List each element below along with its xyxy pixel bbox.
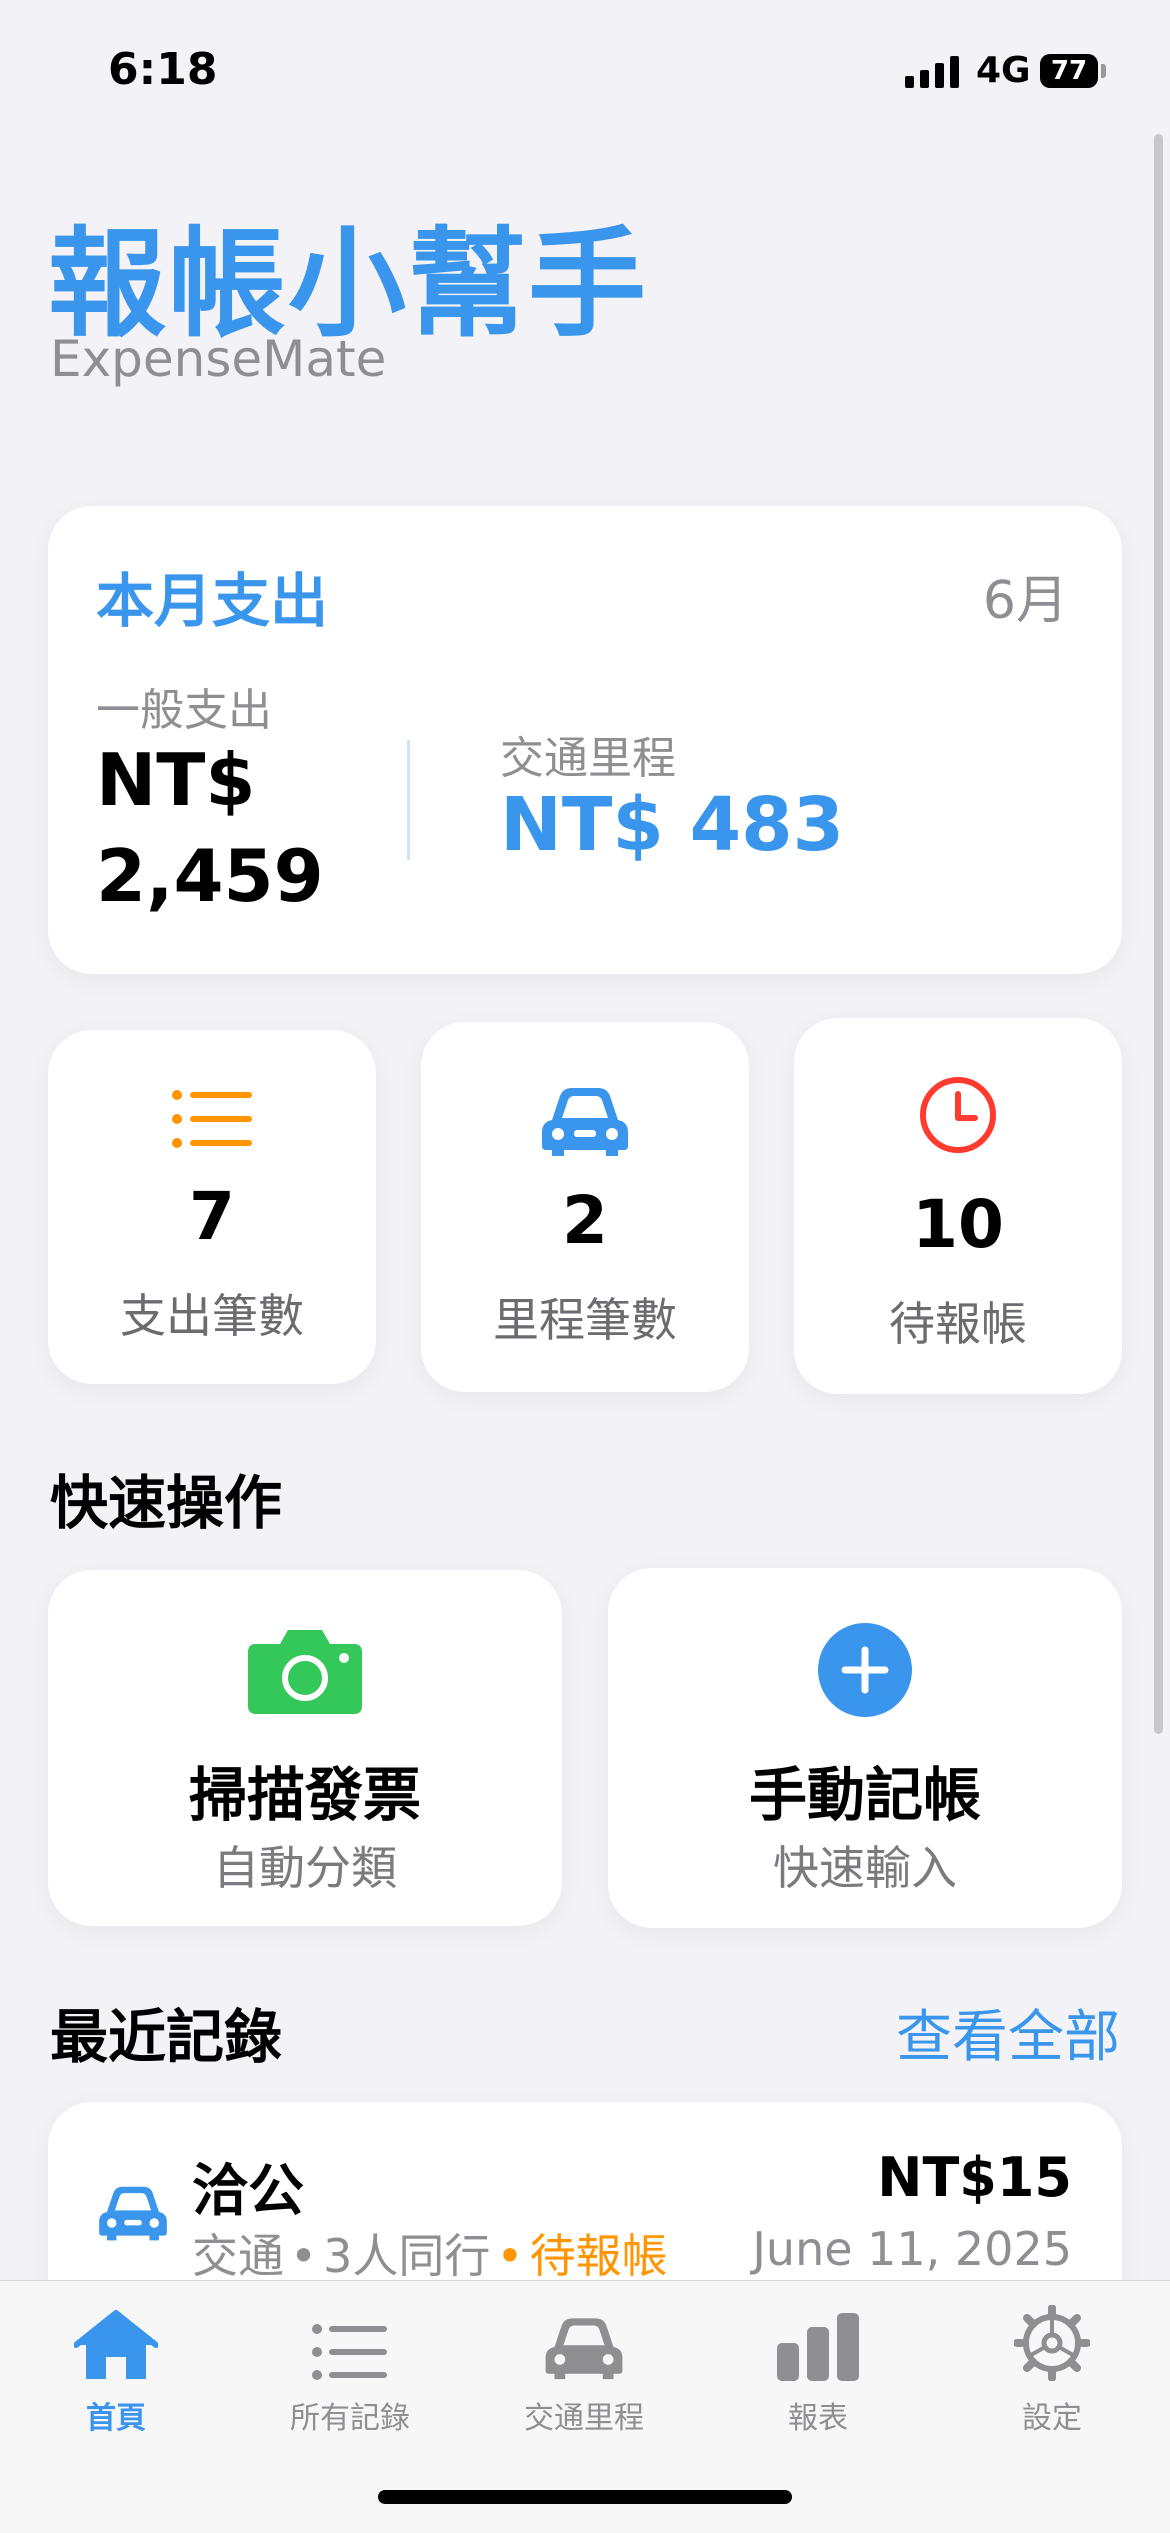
tab-home[interactable]: 首頁 <box>16 2301 216 2437</box>
stat-label: 支出筆數 <box>120 1289 304 1343</box>
battery-cap <box>1101 64 1106 78</box>
record-date: June 11, 2025 <box>752 2222 1072 2276</box>
record-category: 交通 <box>192 2229 284 2283</box>
record-people: 3人同行 <box>323 2229 491 2283</box>
stat-label: 待報帳 <box>889 1297 1027 1351</box>
house-icon <box>16 2301 216 2381</box>
mileage-expense-amount: NT$ 483 <box>500 782 845 868</box>
record-meta: 交通 • 3人同行 • 待報帳 <box>192 2220 668 2286</box>
stat-expense-count-card[interactable]: 7 支出筆數 <box>48 1030 376 1384</box>
summary-divider <box>407 740 410 860</box>
recent-records-title: 最近記錄 <box>50 2003 283 2071</box>
quick-actions-title: 快速操作 <box>50 1469 283 1537</box>
list-icon <box>250 2301 450 2381</box>
monthly-summary-card[interactable]: 本月支出 6月 一般支出 NT$ 2,459 交通里程 NT$ 483 <box>48 506 1122 974</box>
list-icon <box>48 1088 376 1150</box>
summary-month: 6月 <box>982 571 1068 631</box>
scan-invoice-button[interactable]: 掃描發票 自動分類 <box>48 1570 562 1926</box>
tab-reports[interactable]: 報表 <box>718 2301 918 2437</box>
tab-mileage[interactable]: 交通里程 <box>484 2301 684 2437</box>
record-status: 待報帳 <box>529 2229 668 2283</box>
stat-value: 10 <box>912 1186 1004 1263</box>
tab-label: 設定 <box>1022 2401 1082 2436</box>
stat-pending-card[interactable]: 10 待報帳 <box>794 1018 1122 1394</box>
tab-label: 報表 <box>788 2401 848 2436</box>
record-title: 洽公 <box>192 2159 304 2224</box>
home-indicator <box>378 2490 792 2504</box>
record-amount: NT$15 <box>877 2146 1072 2209</box>
clock-icon <box>794 1074 1122 1156</box>
scroll-indicator[interactable] <box>1154 134 1163 1734</box>
stat-value: 2 <box>562 1182 608 1259</box>
battery-icon: 77 <box>1040 54 1098 88</box>
general-expense-amount: NT$ 2,459 <box>96 738 324 918</box>
cellular-signal-icon <box>905 56 959 88</box>
tab-label: 交通里程 <box>524 2401 644 2436</box>
camera-icon <box>48 1624 562 1716</box>
car-icon <box>96 2182 170 2246</box>
car-icon <box>484 2301 684 2381</box>
tab-label: 所有記錄 <box>290 2401 410 2436</box>
manual-entry-subtitle: 快速輸入 <box>773 1841 957 1895</box>
summary-title: 本月支出 <box>96 567 329 635</box>
see-all-link[interactable]: 查看全部 <box>896 1992 1120 2073</box>
stat-value: 7 <box>189 1178 235 1255</box>
car-icon <box>421 1082 749 1158</box>
separator-dot: • <box>290 2229 318 2283</box>
tab-label: 首頁 <box>86 2401 146 2436</box>
general-expense-label: 一般支出 <box>96 685 272 736</box>
tab-all-records[interactable]: 所有記錄 <box>250 2301 450 2437</box>
stat-label: 里程筆數 <box>493 1293 677 1347</box>
bar-chart-icon <box>718 2301 918 2381</box>
network-type: 4G <box>976 50 1031 91</box>
scan-invoice-title: 掃描發票 <box>188 1761 421 1829</box>
app-subtitle: ExpenseMate <box>50 330 387 388</box>
gear-icon <box>952 2301 1152 2381</box>
separator-dot: • <box>496 2229 524 2283</box>
mileage-expense-label: 交通里程 <box>500 733 676 784</box>
manual-entry-button[interactable]: 手動記帳 快速輸入 <box>608 1568 1122 1928</box>
plus-circle-icon <box>608 1622 1122 1718</box>
status-time: 6:18 <box>108 44 218 95</box>
tab-settings[interactable]: 設定 <box>952 2301 1152 2437</box>
scan-invoice-subtitle: 自動分類 <box>213 1841 397 1895</box>
stat-mileage-count-card[interactable]: 2 里程筆數 <box>421 1022 749 1392</box>
manual-entry-title: 手動記帳 <box>748 1761 981 1829</box>
